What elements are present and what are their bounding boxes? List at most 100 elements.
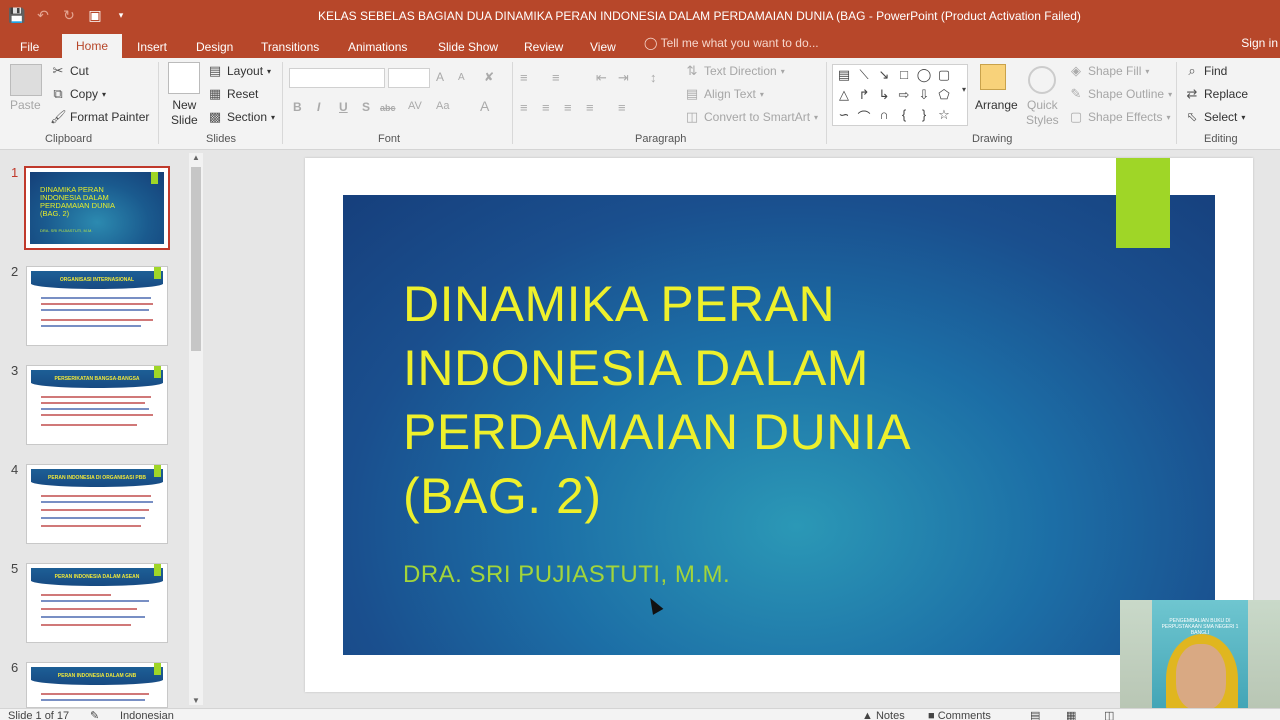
arc-shape-icon[interactable]: ∩ bbox=[875, 107, 893, 122]
find-button[interactable]: ⌕ Find bbox=[1184, 63, 1227, 79]
rectangle-shape-icon[interactable]: □ bbox=[895, 67, 913, 82]
tab-review[interactable]: Review bbox=[524, 36, 563, 58]
gallery-more-icon[interactable]: ▾ bbox=[955, 85, 973, 94]
section-button[interactable]: ▩ Section ▾ bbox=[207, 109, 275, 125]
paste-icon[interactable] bbox=[10, 64, 42, 96]
quick-styles-button[interactable]: Quick Styles bbox=[1026, 98, 1059, 128]
tab-transitions[interactable]: Transitions bbox=[261, 36, 319, 58]
slide-subtitle[interactable]: DRA. SRI PUJIASTUTI, M.M. bbox=[403, 561, 730, 589]
bullets-icon[interactable]: ≡ bbox=[520, 70, 528, 85]
arrange-button[interactable]: Arrange bbox=[975, 98, 1018, 112]
cut-button[interactable]: ✂ Cut bbox=[50, 63, 89, 79]
numbering-icon[interactable]: ≡ bbox=[552, 70, 560, 85]
slide-thumbnail-4[interactable]: PERAN INDONESIA DI ORGANISASI PBB bbox=[26, 464, 168, 544]
oval-shape-icon[interactable]: ◯ bbox=[915, 67, 933, 83]
tab-slide-show[interactable]: Slide Show bbox=[438, 36, 498, 58]
line-shape-icon[interactable]: ⟍ bbox=[855, 67, 873, 83]
shadow-text-button[interactable]: S bbox=[362, 100, 370, 114]
spellcheck-icon[interactable]: ✎ bbox=[90, 709, 99, 720]
underline-button[interactable]: U bbox=[339, 100, 348, 114]
slide-accent-rectangle[interactable] bbox=[1116, 158, 1170, 248]
normal-view-icon[interactable]: ▤ bbox=[1030, 709, 1040, 720]
elbow-arrow-icon[interactable]: ↳ bbox=[875, 87, 893, 103]
convert-smartart-button[interactable]: ◫ Convert to SmartArt ▾ bbox=[684, 109, 818, 125]
brace-left-shape-icon[interactable]: { bbox=[895, 107, 913, 122]
freeform-shape-icon[interactable]: ∽ bbox=[835, 107, 853, 123]
italic-button[interactable]: I bbox=[317, 100, 320, 114]
select-button[interactable]: ⬁ Select ▾ bbox=[1184, 109, 1246, 125]
slide-sorter-icon[interactable]: ▦ bbox=[1066, 709, 1076, 720]
arrow-line-shape-icon[interactable]: ↘ bbox=[875, 67, 893, 83]
textbox-shape-icon[interactable]: ▤ bbox=[835, 67, 853, 83]
slide-title[interactable]: DINAMIKA PERAN INDONESIA DALAM PERDAMAIA… bbox=[403, 272, 1023, 528]
decrease-indent-icon[interactable]: ⇤ bbox=[596, 70, 607, 86]
font-size-input[interactable] bbox=[388, 68, 430, 88]
rounded-rect-shape-icon[interactable]: ▢ bbox=[935, 67, 953, 83]
quick-styles-icon[interactable] bbox=[1028, 66, 1056, 94]
notes-button[interactable]: ▲ Notes bbox=[862, 709, 905, 720]
shrink-font-button[interactable]: A bbox=[458, 72, 465, 83]
shapes-gallery[interactable]: ▤ ⟍ ↘ □ ◯ ▢ △ ↱ ↳ ⇨ ⇩ ⬠ ∽ ⌒ ∩ { } ☆ ▾ bbox=[832, 64, 968, 126]
triangle-shape-icon[interactable]: △ bbox=[835, 87, 853, 103]
present-icon[interactable]: ▣ bbox=[84, 4, 106, 26]
sign-in-link[interactable]: Sign in bbox=[1241, 36, 1278, 50]
tab-file[interactable]: File bbox=[20, 36, 39, 58]
columns-icon[interactable]: ≡ bbox=[618, 100, 626, 115]
slide-thumbnail-5[interactable]: PERAN INDONESIA DALAM ASEAN bbox=[26, 563, 168, 643]
scroll-down-icon[interactable]: ▼ bbox=[189, 696, 203, 705]
slide-thumbnail-6[interactable]: PERAN INDONESIA DALAM GNB bbox=[26, 662, 168, 708]
star-shape-icon[interactable]: ☆ bbox=[935, 107, 953, 123]
align-left-icon[interactable]: ≡ bbox=[520, 100, 528, 115]
tab-view[interactable]: View bbox=[590, 36, 616, 58]
shape-outline-button[interactable]: ✎ Shape Outline ▾ bbox=[1068, 86, 1173, 102]
increase-indent-icon[interactable]: ⇥ bbox=[618, 70, 629, 86]
undo-icon[interactable]: ↶ bbox=[32, 4, 54, 26]
line-spacing-icon[interactable]: ↕ bbox=[650, 70, 657, 85]
arrange-icon[interactable] bbox=[980, 64, 1006, 90]
right-arrow-shape-icon[interactable]: ⇨ bbox=[895, 87, 913, 103]
slide-thumbnail-1[interactable]: DINAMIKA PERAN INDONESIA DALAM PERDAMAIA… bbox=[24, 166, 170, 250]
brace-right-shape-icon[interactable]: } bbox=[915, 107, 933, 122]
grow-font-button[interactable]: A bbox=[436, 70, 444, 84]
slide-thumbnail-2[interactable]: ORGANISASI INTERNASIONAL bbox=[26, 266, 168, 346]
customize-icon[interactable]: ▾ bbox=[110, 4, 132, 26]
clear-format-icon[interactable]: ✘ bbox=[484, 70, 494, 84]
shape-fill-button[interactable]: ◈ Shape Fill ▾ bbox=[1068, 63, 1149, 79]
tab-animations[interactable]: Animations bbox=[348, 36, 407, 58]
format-painter-button[interactable]: 🖌 Format Painter bbox=[50, 109, 149, 125]
replace-button[interactable]: ⇄ Replace bbox=[1184, 86, 1248, 102]
language-indicator[interactable]: Indonesian bbox=[120, 709, 174, 720]
save-icon[interactable]: 💾 bbox=[6, 4, 28, 26]
slide-thumbnail-3[interactable]: PERSERIKATAN BANGSA-BANGSA bbox=[26, 365, 168, 445]
thumbnail-scrollbar[interactable]: ▲ ▼ bbox=[189, 153, 203, 705]
redo-icon[interactable]: ↻ bbox=[58, 4, 80, 26]
align-center-icon[interactable]: ≡ bbox=[542, 100, 550, 115]
spacing-icon[interactable]: AV bbox=[408, 100, 422, 112]
down-arrow-shape-icon[interactable]: ⇩ bbox=[915, 87, 933, 103]
comments-button[interactable]: ■ Comments bbox=[928, 709, 991, 720]
scroll-up-icon[interactable]: ▲ bbox=[189, 153, 203, 162]
font-color-icon[interactable]: A bbox=[480, 98, 489, 114]
font-name-input[interactable] bbox=[289, 68, 385, 88]
new-slide-icon[interactable] bbox=[168, 62, 200, 94]
strikethrough-button[interactable]: abc bbox=[380, 103, 396, 113]
new-slide-button[interactable]: New Slide bbox=[171, 98, 198, 128]
tab-home[interactable]: Home bbox=[62, 34, 123, 58]
copy-button[interactable]: ⧉ Copy ▾ bbox=[50, 86, 106, 102]
align-right-icon[interactable]: ≡ bbox=[564, 100, 572, 115]
bold-button[interactable]: B bbox=[293, 100, 302, 114]
reading-view-icon[interactable]: ◫ bbox=[1104, 709, 1114, 720]
curve-shape-icon[interactable]: ⌒ bbox=[855, 107, 873, 126]
pentagon-shape-icon[interactable]: ⬠ bbox=[935, 87, 953, 103]
tab-insert[interactable]: Insert bbox=[137, 36, 167, 58]
scrollbar-thumb[interactable] bbox=[191, 167, 201, 351]
text-direction-button[interactable]: ⇅ Text Direction ▾ bbox=[684, 63, 785, 79]
align-text-button[interactable]: ▤ Align Text ▾ bbox=[684, 86, 764, 102]
layout-button[interactable]: ▤ Layout ▾ bbox=[207, 63, 271, 79]
elbow-connector-icon[interactable]: ↱ bbox=[855, 87, 873, 103]
tell-me-box[interactable]: ◯ Tell me what you want to do... bbox=[644, 36, 819, 50]
tab-design[interactable]: Design bbox=[196, 36, 233, 58]
reset-button[interactable]: ▦ Reset bbox=[207, 86, 259, 102]
change-case-icon[interactable]: Aa bbox=[436, 100, 449, 112]
justify-icon[interactable]: ≡ bbox=[586, 100, 594, 115]
